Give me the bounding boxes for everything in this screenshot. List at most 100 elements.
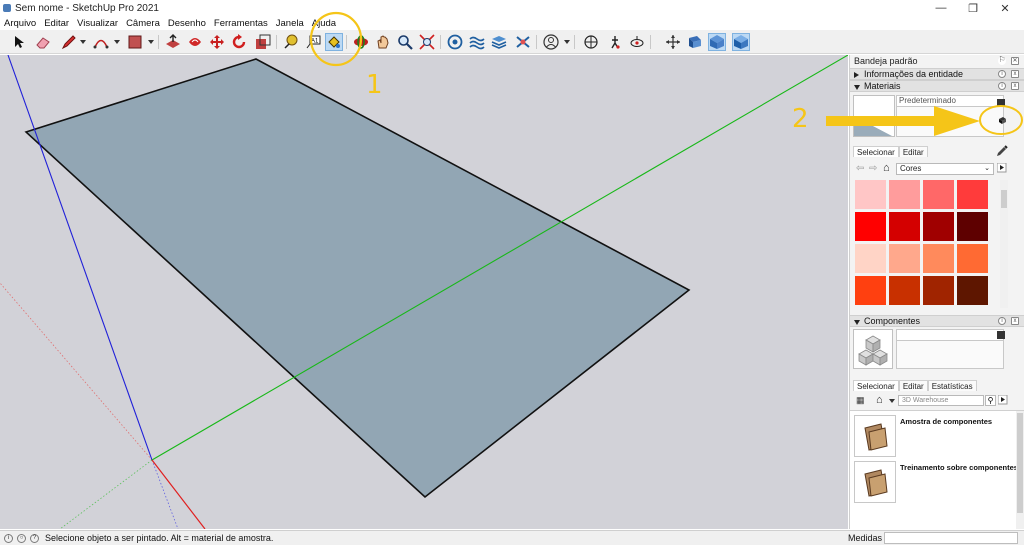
home-icon[interactable]: ⌂ [883,162,890,174]
material-swatch[interactable] [855,212,886,241]
minimize-button[interactable]: — [924,0,958,16]
user-icon[interactable] [542,33,560,51]
menu-ajuda[interactable]: Ajuda [308,18,340,29]
user-dropdown-icon[interactable] [564,40,570,44]
menu-editar[interactable]: Editar [40,18,73,29]
material-swatch[interactable] [889,212,920,241]
chevron-down-icon[interactable] [889,399,895,403]
list-item[interactable]: Treinamento sobre componentes ... [854,461,1024,505]
menu-janela[interactable]: Janela [272,18,308,29]
material-swatch[interactable] [889,180,920,209]
pin-icon[interactable]: ⚐ [998,56,1006,65]
tray-close-icon[interactable]: ✕ [1011,57,1019,65]
tab-edit[interactable]: Editar [898,380,928,391]
move-icon[interactable] [208,33,226,51]
material-swatch[interactable] [957,180,988,209]
default-material-icon[interactable] [998,115,1007,124]
material-swatch[interactable] [957,276,988,305]
close-button[interactable]: ✕ [988,0,1022,16]
menu-desenho[interactable]: Desenho [164,18,210,29]
info-icon[interactable]: i [4,533,13,543]
look-around-icon[interactable] [628,33,646,51]
measurements-input[interactable] [884,532,1018,544]
material-swatch[interactable] [923,180,954,209]
pencil-icon[interactable] [60,33,78,51]
info-icon[interactable]: i [998,82,1006,90]
credits-icon[interactable]: ? [30,533,39,543]
tape-measure-icon[interactable] [282,33,300,51]
paint-bucket-icon[interactable] [325,33,343,51]
eyedropper-icon[interactable] [996,145,1008,157]
details-arrow-icon[interactable] [997,394,1008,405]
menu-ferramentas[interactable]: Ferramentas [210,18,272,29]
arc-dropdown-icon[interactable] [114,40,120,44]
rectangle-icon[interactable] [126,33,144,51]
warehouse-icon[interactable] [446,33,464,51]
library-select[interactable]: Cores ⌄ [896,163,994,175]
components-header[interactable]: Componentes i x [850,315,1024,327]
list-item[interactable]: Amostra de componentes [854,415,1019,459]
zoom-icon[interactable] [396,33,414,51]
material-name-field[interactable]: Predeterminado [896,95,1004,107]
pan-icon[interactable] [374,33,392,51]
home-icon[interactable]: ⌂ [876,394,883,406]
text-icon[interactable]: A1 [304,33,322,51]
materials-header[interactable]: Materiais i x [850,80,1024,92]
material-swatch[interactable] [889,244,920,273]
entity-info-header[interactable]: Informações da entidade i x [850,68,1024,80]
walk-icon[interactable] [606,33,624,51]
axes-icon[interactable] [664,33,682,51]
pencil-dropdown-icon[interactable] [80,40,86,44]
material-swatch[interactable] [923,212,954,241]
arc-icon[interactable] [92,33,110,51]
component-scrollbar[interactable] [1016,411,1024,529]
search-icon[interactable]: ⚲ [985,395,996,406]
details-arrow-icon[interactable] [996,162,1007,173]
close-icon[interactable]: x [1011,82,1019,90]
menu-visualizar[interactable]: Visualizar [73,18,122,29]
component-action-icon[interactable] [997,331,1005,339]
material-swatch[interactable] [855,180,886,209]
zoom-extents-icon[interactable] [418,33,436,51]
scale-icon[interactable] [254,33,272,51]
tab-select[interactable]: Selecionar [853,146,899,157]
model-viewport[interactable] [0,55,848,529]
position-camera-icon[interactable] [582,33,600,51]
menu-camera[interactable]: Câmera [122,18,164,29]
swatch-scroll-thumb[interactable] [1001,190,1007,208]
eraser-icon[interactable] [34,33,52,51]
component-name-field[interactable] [896,329,1004,341]
material-swatch[interactable] [923,276,954,305]
push-pull-icon[interactable] [164,33,182,51]
orbit-icon[interactable] [352,33,370,51]
material-swatch[interactable] [889,276,920,305]
material-swatch[interactable] [923,244,954,273]
info-icon[interactable]: i [998,70,1006,78]
offset-icon[interactable] [186,33,204,51]
rotate-icon[interactable] [230,33,248,51]
close-icon[interactable]: x [1011,70,1019,78]
layers-icon[interactable] [490,33,508,51]
shape-dropdown-icon[interactable] [148,40,154,44]
back-arrow-icon[interactable]: ⇦ [856,163,864,174]
model-canvas[interactable] [0,55,848,529]
material-swatch[interactable] [855,276,886,305]
tab-select[interactable]: Selecionar [853,380,899,391]
tab-edit[interactable]: Editar [898,146,928,157]
view-options-icon[interactable]: ▦ [856,395,868,407]
component-scroll-thumb[interactable] [1017,413,1023,513]
info-icon[interactable]: i [998,317,1006,325]
sandbox-icon[interactable] [468,33,486,51]
geolocation-icon[interactable]: ○ [17,533,26,543]
maximize-button[interactable]: ❐ [956,0,990,16]
swatch-scrollbar[interactable] [1000,180,1008,308]
shaded-view-icon[interactable] [732,33,750,51]
forward-arrow-icon[interactable]: ⇨ [869,163,877,174]
warehouse-search-input[interactable]: 3D Warehouse [898,395,984,406]
paint-bucket-small-icon[interactable] [997,99,1005,107]
tab-statistics[interactable]: Estatísticas [927,380,977,391]
section-plane-icon[interactable] [686,33,704,51]
select-icon[interactable] [10,33,28,51]
close-icon[interactable]: x [1011,317,1019,325]
material-swatch[interactable] [957,244,988,273]
